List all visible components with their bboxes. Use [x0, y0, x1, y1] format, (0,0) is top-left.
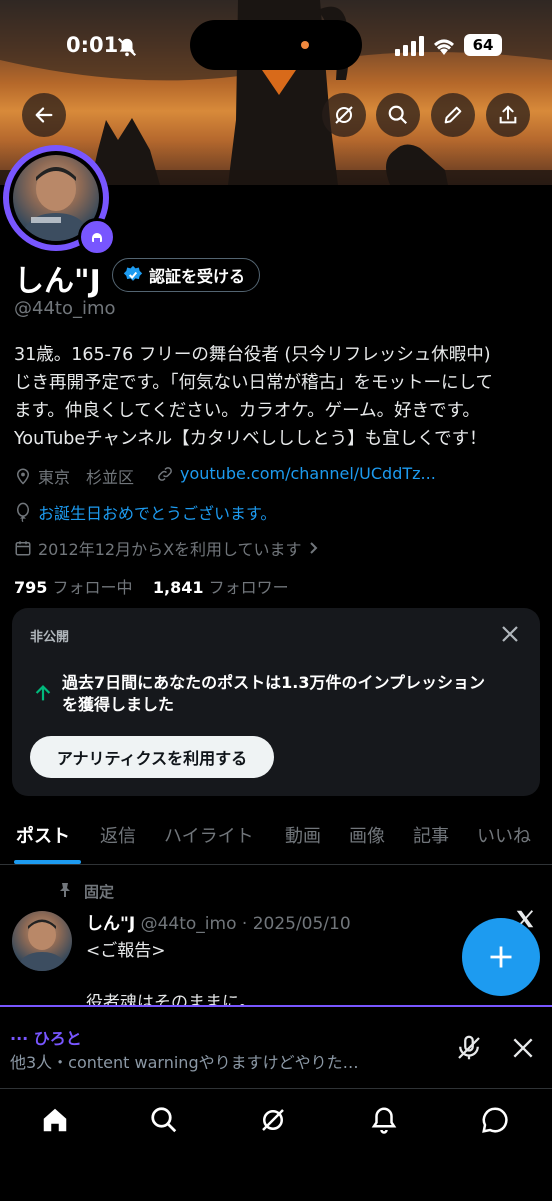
spaces-icon: [92, 233, 102, 242]
nav-messages[interactable]: [480, 1105, 510, 1139]
edit-button[interactable]: [431, 93, 475, 137]
nav-explore[interactable]: [149, 1105, 179, 1139]
following-link[interactable]: 795 フォロー中: [14, 578, 133, 597]
private-analytics-card: 非公開 過去7日間にあなたのポストは1.3万件のインプレッション を獲得しました…: [12, 608, 540, 796]
post-meta: @44to_imo · 2025/05/10: [140, 914, 351, 934]
impressions-message: 過去7日間にあなたのポストは1.3万件のインプレッション を獲得しました: [62, 672, 485, 716]
plus-icon: [490, 946, 512, 968]
grok-button[interactable]: [322, 93, 366, 137]
balloon-icon: [17, 502, 29, 522]
impressions-line: を獲得しました: [62, 695, 175, 714]
followers-label: フォロワー: [208, 578, 289, 597]
tab-videos[interactable]: 動画: [285, 822, 321, 848]
profile-name: しん"J: [14, 264, 101, 299]
home-icon: [43, 1108, 67, 1132]
back-button[interactable]: [22, 93, 66, 137]
profile-url[interactable]: youtube.com/channel/UCddTz...: [180, 464, 436, 483]
joined-row[interactable]: 2012年12月からXを利用しています: [14, 536, 320, 560]
nav-grok[interactable]: [258, 1105, 288, 1139]
close-icon: [502, 626, 518, 642]
profile-location-row: 東京 杉並区: [14, 464, 134, 488]
post-header: しん"J @44to_imo · 2025/05/10: [86, 909, 351, 934]
dynamic-island: [190, 20, 362, 70]
active-tab-indicator: [14, 860, 81, 864]
compose-post-button[interactable]: [462, 918, 540, 996]
analytics-button[interactable]: アナリティクスを利用する: [30, 736, 274, 778]
mic-off-button[interactable]: [454, 1033, 484, 1067]
battery-icon: 64: [464, 34, 502, 56]
profile-bio: 31歳。165-76 フリーの舞台役者 (只今リフレッシュ休暇中) じき再開予定…: [14, 341, 542, 453]
mic-off-icon: [458, 1035, 480, 1060]
tab-highlights[interactable]: ハイライト: [164, 822, 254, 848]
camera-indicator-dot: [301, 41, 309, 49]
calendar-icon: [15, 541, 31, 556]
wifi-icon: [431, 35, 457, 61]
profile-handle: @44to_imo: [14, 298, 116, 319]
profile-url-row[interactable]: youtube.com/channel/UCddTz...: [156, 464, 436, 483]
grok-icon: [335, 106, 353, 124]
following-count: 795: [14, 578, 48, 597]
location-pin-icon: [16, 468, 30, 485]
following-label: フォロー中: [52, 578, 133, 597]
tab-articles[interactable]: 記事: [413, 822, 449, 848]
bio-line: じき再開予定です。「何気ない日常が稽古」をモットーにして: [14, 373, 493, 393]
nav-notifications[interactable]: [369, 1105, 399, 1139]
pencil-icon: [444, 106, 462, 124]
post-text-line: 役者魂はそのままに。: [86, 993, 256, 1006]
profile-tabs: ポスト 返信 ハイライト 動画 画像 記事 いいね: [0, 810, 552, 865]
link-icon: [158, 466, 172, 481]
close-space-button[interactable]: [510, 1035, 536, 1065]
nav-home[interactable]: [40, 1105, 70, 1139]
birthday-message[interactable]: お誕生日おめでとうございます。: [38, 500, 276, 524]
private-label: 非公開: [30, 630, 70, 645]
bottom-navigation: [0, 1088, 552, 1201]
chevron-right-icon: [309, 542, 317, 554]
search-button[interactable]: [376, 93, 420, 137]
spaces-mini-player[interactable]: ··· ひろと 他3人・content warningやりますけどやりた…: [0, 1005, 552, 1089]
post-author-avatar[interactable]: [12, 911, 72, 971]
tab-images[interactable]: 画像: [349, 822, 385, 848]
tab-replies[interactable]: 返信: [100, 822, 136, 848]
impressions-line: 過去7日間にあなたのポストは1.3万件のインプレッション: [62, 673, 485, 692]
bio-line: YouTubeチャンネル【カタリベしししとう】も宜しくです！: [14, 429, 487, 449]
post-author-name[interactable]: しん"J: [86, 914, 135, 934]
search-icon: [151, 1107, 177, 1133]
verified-badge-icon: [123, 265, 143, 281]
spaces-badge[interactable]: [78, 218, 116, 256]
close-icon: [513, 1038, 533, 1058]
bio-line: 31歳。165-76 フリーの舞台役者 (只今リフレッシュ休暇中): [14, 345, 491, 365]
profile-location: 東京 杉並区: [38, 468, 135, 487]
followers-count: 1,841: [152, 578, 204, 597]
share-icon: [499, 105, 517, 124]
signal-icon: [395, 36, 425, 60]
pin-icon: [58, 882, 72, 902]
chat-bubble-icon: [482, 1107, 508, 1133]
get-verified-button[interactable]: 認証を受ける: [112, 258, 261, 292]
post-text-line: <ご報告>: [86, 941, 166, 961]
bio-line: ます。仲良くしてください。カラオケ。ゲーム。好きです。: [14, 401, 480, 421]
bell-icon: [371, 1107, 397, 1134]
status-time: 0:01: [66, 33, 119, 57]
tab-likes[interactable]: いいね: [477, 822, 531, 848]
grok-icon: [262, 1109, 284, 1131]
space-title: 他3人・content warningやりますけどやりた…: [10, 1053, 359, 1072]
joined-date: 2012年12月からXを利用しています: [38, 540, 302, 559]
birthday-row: お誕生日おめでとうございます。: [14, 500, 276, 524]
share-button[interactable]: [486, 93, 530, 137]
search-icon: [388, 105, 408, 125]
get-verified-label: 認証を受ける: [149, 267, 246, 286]
follow-stats: 795 フォロー中 1,841 フォロワー: [14, 574, 289, 598]
silent-mode-icon: [116, 36, 138, 62]
followers-link[interactable]: 1,841 フォロワー: [153, 578, 289, 597]
tab-posts[interactable]: ポスト: [16, 822, 70, 848]
trending-up-icon: [32, 682, 54, 708]
pinned-label: 固定: [84, 883, 115, 901]
space-host: ··· ひろと: [10, 1029, 82, 1048]
arrow-left-icon: [35, 107, 53, 123]
close-card-button[interactable]: [498, 622, 522, 650]
